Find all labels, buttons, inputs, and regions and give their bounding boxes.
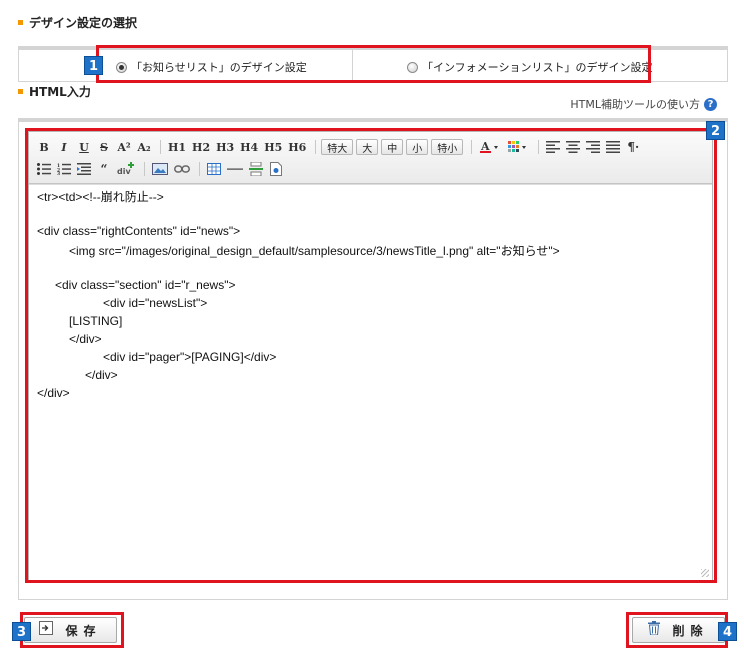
html-help-link[interactable]: HTML補助ツールの使い方 ? xyxy=(570,96,717,112)
design-section-heading: デザイン設定の選択 xyxy=(18,14,137,31)
callout-badge-4: 4 xyxy=(718,622,737,641)
bullet-square-icon xyxy=(18,89,23,94)
highlight-box-4 xyxy=(626,612,728,648)
callout-badge-2: 2 xyxy=(706,121,725,140)
highlight-box-1 xyxy=(96,45,651,83)
bullet-square-icon xyxy=(18,20,23,25)
highlight-box-2 xyxy=(25,128,717,583)
html-section-heading: HTML入力 xyxy=(18,83,91,100)
callout-badge-3: 3 xyxy=(12,622,31,641)
question-icon[interactable]: ? xyxy=(704,97,717,111)
highlight-box-3 xyxy=(20,612,124,648)
callout-badge-1: 1 xyxy=(84,56,103,75)
